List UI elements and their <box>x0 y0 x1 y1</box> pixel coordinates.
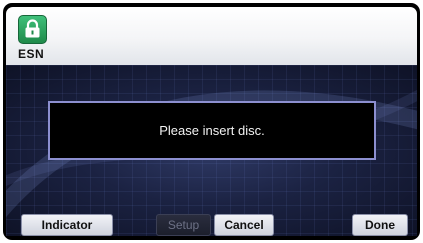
esn-lock-button[interactable] <box>18 15 47 44</box>
lock-icon <box>25 19 40 38</box>
main-screen: Please insert disc. Indicator Setup Canc… <box>6 65 417 236</box>
header-bar: ESN <box>6 7 417 65</box>
message-dialog: Please insert disc. <box>48 101 376 160</box>
dialog-message: Please insert disc. <box>159 123 265 138</box>
indicator-button[interactable]: Indicator <box>21 214 113 236</box>
setup-button[interactable]: Setup <box>156 214 211 236</box>
done-button[interactable]: Done <box>352 214 408 236</box>
cancel-button[interactable]: Cancel <box>214 214 274 236</box>
esn-label: ESN <box>18 47 45 61</box>
screen-frame: ESN Please insert disc. Indicator Setup … <box>3 3 420 240</box>
